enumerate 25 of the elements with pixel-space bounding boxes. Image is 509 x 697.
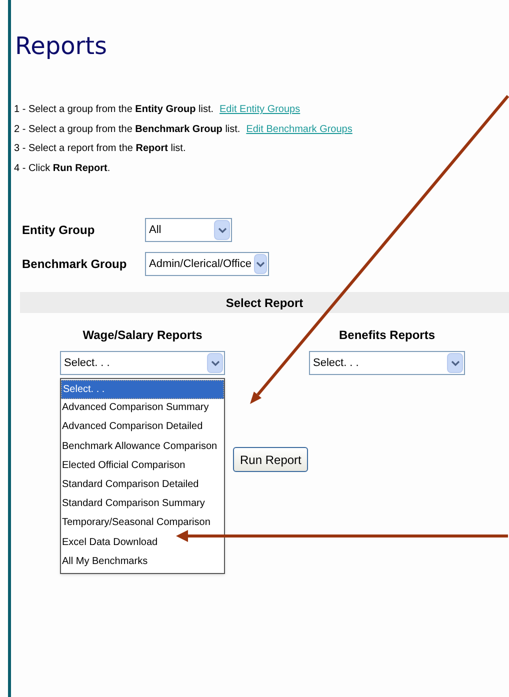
page-title: Reports [15, 31, 108, 62]
dropdown-option[interactable]: Standard Comparison Detailed [61, 476, 224, 496]
section-header: Select Report [20, 292, 509, 313]
dropdown-option[interactable]: Elected Official Comparison [61, 456, 224, 476]
dropdown-option[interactable]: Excel Data Download [61, 534, 224, 553]
filter-label: Entity Group [22, 222, 96, 239]
instruction-text: 1 - Select a group from the Entity Group list. [14, 103, 214, 117]
report-select[interactable]: Select. . . [60, 351, 225, 375]
dropdown-option[interactable]: Benchmark Allowance Comparison [61, 438, 224, 457]
run-report-button[interactable]: Run Report [233, 447, 308, 472]
group-select[interactable]: Admin/Clerical/Office [145, 252, 269, 276]
instruction-text: 3 - Select a report from the Report list. [14, 142, 186, 156]
group-select[interactable]: All [145, 218, 232, 242]
report-select[interactable]: Select. . . [309, 351, 465, 375]
filter-label: Benchmark Group [22, 256, 128, 273]
dropdown-option[interactable]: Select. . . [61, 380, 224, 400]
dropdown-option[interactable]: All My Benchmarks [61, 552, 224, 572]
dropdown-option[interactable]: Temporary/Seasonal Comparison [61, 514, 224, 534]
column-heading: Benefits Reports [338, 327, 436, 343]
instruction-text: 2 - Select a group from the Benchmark Group list. [14, 122, 240, 136]
column-heading: Wage/Salary Reports [82, 327, 202, 343]
dropdown-option[interactable]: Advanced Comparison Summary [61, 399, 224, 418]
dropdown-option[interactable]: Standard Comparison Summary [61, 495, 224, 514]
instruction-text: 4 - Click Run Report. [14, 162, 110, 176]
dropdown-option[interactable]: Advanced Comparison Detailed [61, 418, 224, 438]
